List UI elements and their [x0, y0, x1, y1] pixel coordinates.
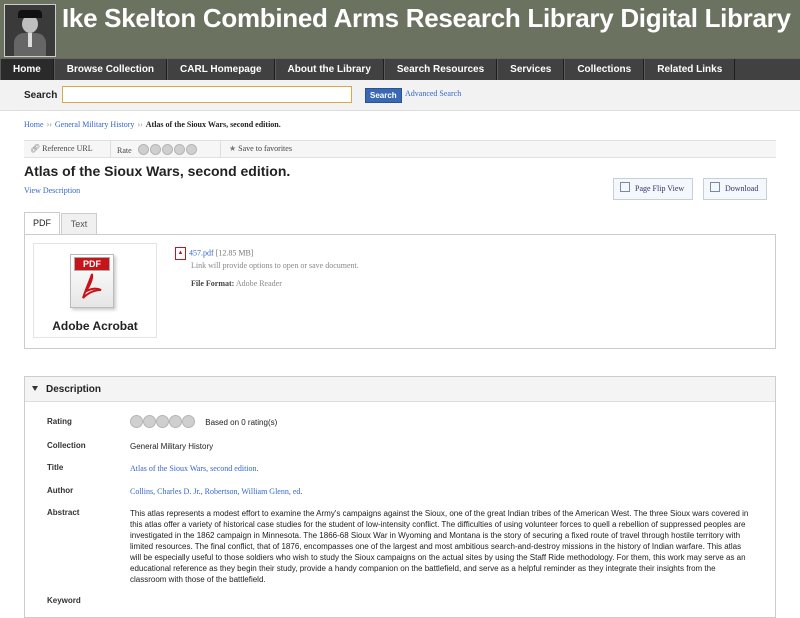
rating-label: Rating [47, 417, 72, 426]
breadcrumb-separator: ›› [137, 120, 143, 129]
file-note: Link will provide options to open or sav… [191, 261, 359, 270]
nav-item-services[interactable]: Services [497, 59, 565, 80]
file-format-value: Adobe Reader [235, 279, 282, 288]
view-description-link[interactable]: View Description [24, 186, 80, 195]
site-title[interactable]: Ike Skelton Combined Arms Research Libra… [62, 3, 791, 34]
pdf-badge: PDF [74, 257, 110, 271]
nav-item-carl-homepage[interactable]: CARL Homepage [167, 59, 275, 80]
search-bar: Search Search Advanced Search [0, 80, 800, 111]
author-label: Author [47, 486, 74, 495]
site-header: Ike Skelton Combined Arms Research Libra… [0, 0, 800, 58]
nav-item-collections[interactable]: Collections [564, 59, 645, 80]
description-header[interactable]: Description [25, 377, 775, 402]
file-info: ▲ 457.pdf [12.85 MB] Link will provide op… [175, 247, 359, 288]
tab-text[interactable]: Text [61, 213, 97, 234]
breadcrumb-collection[interactable]: General Military History [55, 120, 135, 129]
star-icon[interactable] [149, 144, 161, 155]
save-to-favorites-link[interactable]: ★ Save to favorites [229, 144, 292, 153]
star-icon [182, 415, 195, 428]
breadcrumb: Home ›› General Military History ›› Atlas of… [24, 120, 281, 129]
keyword-label: Keyword [47, 596, 81, 605]
search-label: Search [24, 90, 58, 101]
nav-item-home[interactable]: Home [0, 59, 54, 80]
abstract-value: This atlas represents a modest effort to… [130, 509, 749, 584]
page-flip-view-button[interactable]: Page Flip View [613, 178, 694, 200]
nav-item-about-the-library[interactable]: About the Library [274, 59, 384, 80]
author-value-link[interactable]: Collins, Charles D. Jr., Robertson, Will… [130, 486, 752, 497]
rating-stars-display [130, 415, 195, 431]
star-icon [169, 415, 182, 428]
breadcrumb-current: Atlas of the Sioux Wars, second edition. [145, 120, 281, 129]
title-value-link[interactable]: Atlas of the Sioux Wars, second edition. [130, 463, 752, 474]
nav-item-browse-collection[interactable]: Browse Collection [53, 59, 168, 80]
adobe-acrobat-link[interactable]: PDF Adobe Acrobat [33, 243, 157, 338]
collection-label: Collection [47, 441, 86, 450]
tab-pdf[interactable]: PDF [24, 212, 60, 234]
advanced-search-link[interactable]: Advanced Search [405, 89, 461, 98]
adobe-acrobat-label: Adobe Acrobat [52, 319, 138, 333]
star-icon[interactable] [137, 144, 149, 155]
file-size: [12.85 MB] [215, 248, 254, 258]
description-heading: Description [46, 384, 102, 395]
download-button[interactable]: Download [703, 178, 768, 200]
download-icon [710, 182, 720, 192]
search-input[interactable] [62, 86, 352, 103]
description-panel: Description Rating Based on 0 rating(s) … [24, 376, 776, 618]
star-icon [130, 415, 143, 428]
star-icon[interactable] [173, 144, 185, 155]
title-label: Title [47, 463, 64, 472]
item-title: Atlas of the Sioux Wars, second edition. [24, 163, 291, 179]
save-to-favorites-label: Save to favorites [238, 144, 292, 153]
star-icon [143, 415, 156, 428]
book-icon [620, 182, 630, 192]
breadcrumb-home[interactable]: Home [24, 120, 44, 129]
site-logo[interactable] [4, 4, 56, 57]
acrobat-swoosh-icon [82, 273, 102, 299]
item-toolbar: 🔗︎ Reference URL Rate ★ Save to favorite… [24, 140, 776, 158]
rating-value: Based on 0 rating(s) [130, 415, 752, 431]
link-icon: 🔗︎ [30, 144, 41, 153]
pdf-file-icon: ▲ [175, 247, 186, 260]
rate-control: Rate [117, 144, 198, 157]
rate-label: Rate [117, 146, 132, 155]
nav-item-related-links[interactable]: Related Links [644, 59, 736, 80]
collapse-arrow-icon [32, 386, 38, 391]
file-link[interactable]: 457.pdf [189, 248, 214, 257]
star-icon[interactable] [161, 144, 173, 155]
collection-value: General Military History [130, 442, 214, 451]
rating-stars[interactable] [137, 144, 198, 157]
abstract-label: Abstract [47, 508, 80, 517]
reference-url-link[interactable]: 🔗︎ Reference URL [30, 144, 93, 153]
page-flip-label: Page Flip View [635, 184, 685, 193]
file-panel: PDF Adobe Acrobat ▲ 457.pdf [12.85 MB] Li… [24, 234, 776, 349]
star-icon: ★ [229, 144, 237, 153]
file-format-label: File Format: [191, 279, 235, 288]
search-button[interactable]: Search [365, 88, 402, 103]
reference-url-label: Reference URL [42, 144, 93, 153]
star-icon [156, 415, 169, 428]
download-label: Download [725, 184, 759, 193]
rating-text: Based on 0 rating(s) [205, 418, 278, 428]
breadcrumb-separator: ›› [46, 120, 52, 129]
nav-item-search-resources[interactable]: Search Resources [383, 59, 498, 80]
main-nav: Home Browse Collection CARL Homepage Abo… [0, 58, 800, 80]
star-icon[interactable] [185, 144, 197, 155]
